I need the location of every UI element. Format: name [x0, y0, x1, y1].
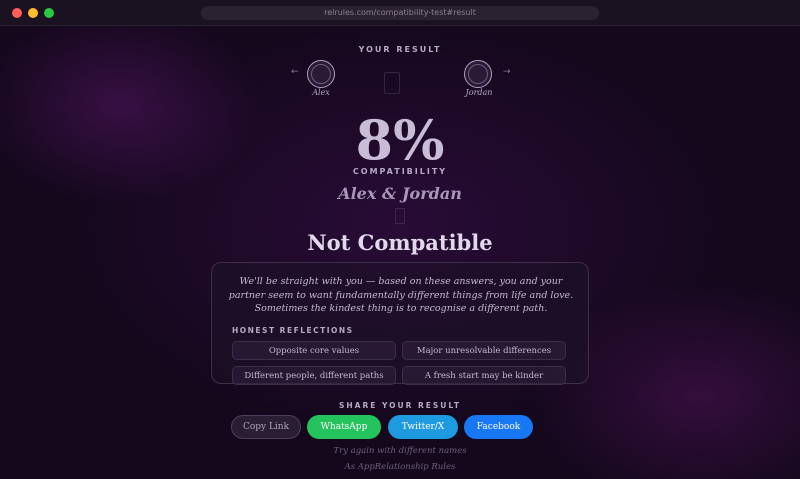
copy-link-button[interactable]: Copy Link — [231, 415, 301, 439]
reflection-card: We'll be straight with you — based on th… — [211, 262, 589, 385]
browser-chrome: relrules.com/compatibility-test#result — [0, 0, 800, 26]
couple-names: Alex & Jordan — [338, 184, 462, 203]
close-window-button[interactable] — [12, 8, 22, 18]
maximize-window-button[interactable] — [44, 8, 54, 18]
twitter-share-button[interactable]: Twitter/X — [388, 415, 458, 439]
reflection-chip: Opposite core values — [232, 341, 396, 360]
whatsapp-label: WhatsApp — [320, 422, 368, 432]
facebook-share-button[interactable]: Facebook — [464, 415, 533, 439]
url-bar[interactable]: relrules.com/compatibility-test#result — [201, 6, 599, 20]
reflections-title: HONEST REFLECTIONS — [232, 326, 354, 335]
person-right-name: Jordan — [465, 88, 493, 97]
result-description: We'll be straight with you — based on th… — [228, 276, 574, 314]
facebook-label: Facebook — [476, 422, 521, 432]
person-icon — [311, 64, 331, 84]
compatibility-label: COMPATIBILITY — [352, 167, 448, 176]
verdict-title: Not Compatible — [307, 230, 493, 255]
avatar-left — [307, 60, 335, 88]
whatsapp-share-button[interactable]: WhatsApp — [307, 415, 381, 439]
reflection-chip: Major unresolvable differences — [402, 341, 566, 360]
result-page: YOUR RESULT ← Alex → Jordan 8% COMPATIBI… — [0, 26, 800, 479]
footer-text: As AppRelationship Rules — [344, 462, 456, 472]
person-icon — [468, 64, 488, 84]
reflection-chip: Different people, different paths — [232, 366, 396, 385]
reflection-chip: A fresh start may be kinder — [402, 366, 566, 385]
compatibility-percentage: 8% — [355, 108, 445, 172]
person-left-name: Alex — [312, 88, 330, 97]
result-heading: YOUR RESULT — [358, 45, 442, 54]
minimize-window-button[interactable] — [28, 8, 38, 18]
share-title: SHARE YOUR RESULT — [338, 401, 462, 410]
arrow-left-icon: ← — [291, 67, 299, 77]
twitter-label: Twitter/X — [401, 422, 445, 432]
arrow-right-icon: → — [503, 67, 511, 77]
heart-icon — [384, 72, 400, 94]
copy-link-label: Copy Link — [242, 422, 290, 432]
try-again-link[interactable]: Try again with different names — [0, 446, 800, 456]
broken-heart-icon — [395, 208, 405, 224]
avatar-right — [464, 60, 492, 88]
